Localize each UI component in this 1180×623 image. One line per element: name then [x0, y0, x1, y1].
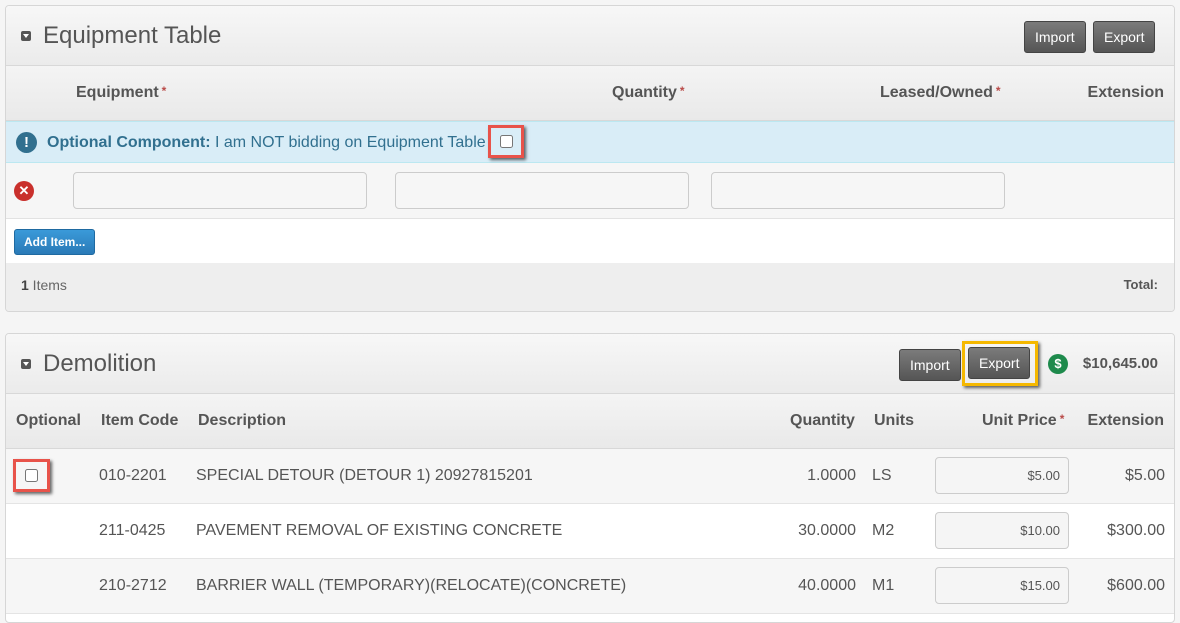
item-units: LS — [872, 467, 892, 484]
panel-header: Equipment Table Import Export — [6, 6, 1174, 66]
column-header-item-code: Item Code — [101, 412, 179, 429]
leased-owned-input[interactable] — [711, 172, 1005, 209]
equipment-table-panel: Equipment Table Import Export Equipment *… — [5, 5, 1175, 312]
panel-title[interactable]: Equipment Table — [21, 22, 221, 50]
column-header-units: Units — [874, 412, 914, 429]
item-quantity: 40.0000 — [798, 577, 856, 594]
table-row: ✕ — [6, 163, 1174, 219]
item-description: PAVEMENT REMOVAL OF EXISTING CONCRETE — [196, 522, 563, 539]
export-button[interactable]: Export — [1093, 21, 1156, 53]
item-quantity: 1.0000 — [807, 467, 856, 484]
unit-price-input[interactable]: $5.00 — [935, 457, 1069, 494]
add-item-button[interactable]: Add Item... — [14, 229, 96, 255]
item-description: BARRIER WALL (TEMPORARY)(RELOCATE)(CONCR… — [196, 577, 627, 594]
item-count: 1 Items — [21, 277, 67, 293]
import-button[interactable]: Import — [1024, 21, 1086, 53]
collapse-icon[interactable] — [21, 31, 31, 41]
unit-price-input[interactable]: $15.00 — [935, 567, 1069, 604]
not-bidding-checkbox[interactable] — [500, 135, 513, 148]
column-header-equipment: Equipment * — [76, 84, 167, 101]
exclamation-circle-icon: ! — [16, 132, 37, 153]
remove-row-icon[interactable]: ✕ — [14, 181, 34, 201]
import-button[interactable]: Import — [899, 349, 961, 381]
panel-header: Demolition Import Export $ $10,645.00 — [6, 334, 1174, 394]
table-header: Optional Item Code Description Quantity … — [6, 394, 1174, 449]
total-label: Total: — [1123, 277, 1158, 292]
item-code: 211-0425 — [99, 522, 166, 539]
item-quantity: 30.0000 — [798, 522, 856, 539]
unit-price-input[interactable]: $10.00 — [935, 512, 1069, 549]
section-total: $10,645.00 — [1082, 355, 1158, 372]
demolition-panel: Demolition Import Export $ $10,645.00 Op… — [5, 333, 1175, 623]
item-units: M2 — [872, 522, 895, 539]
column-header-extension: Extension — [1087, 84, 1164, 101]
equipment-input[interactable] — [73, 172, 367, 209]
table-row: 211-0425 PAVEMENT REMOVAL OF EXISTING CO… — [6, 504, 1174, 559]
add-item-row: Add Item... — [6, 219, 1174, 263]
column-header-quantity: Quantity — [790, 412, 855, 429]
item-units: M1 — [872, 577, 895, 594]
quantity-input[interactable] — [395, 172, 689, 209]
column-header-unit-price: Unit Price * — [982, 412, 1065, 429]
item-extension: $600.00 — [1107, 577, 1165, 594]
column-header-optional: Optional — [16, 412, 81, 429]
column-header-quantity: Quantity * — [612, 84, 685, 101]
column-header-leased-owned: Leased/Owned * — [880, 84, 1001, 101]
item-extension: $300.00 — [1107, 522, 1165, 539]
optional-checkbox[interactable] — [25, 469, 38, 482]
collapse-icon[interactable] — [21, 359, 31, 369]
table-footer: 1 Items Total: — [6, 263, 1174, 311]
dollar-icon: $ — [1048, 354, 1068, 374]
export-button[interactable]: Export — [968, 347, 1031, 379]
item-description: SPECIAL DETOUR (DETOUR 1) 20927815201 — [196, 467, 533, 484]
item-code: 210-2712 — [99, 577, 167, 594]
column-header-description: Description — [198, 412, 287, 429]
alert-text: Optional Component: I am NOT bidding on … — [47, 134, 486, 151]
panel-title[interactable]: Demolition — [21, 350, 156, 378]
item-code: 010-2201 — [99, 467, 167, 484]
item-extension: $5.00 — [1124, 467, 1165, 484]
optional-component-alert: ! Optional Component: I am NOT bidding o… — [6, 121, 1174, 163]
table-header: Equipment * Quantity * Leased/Owned * Exten… — [6, 66, 1174, 121]
panel-title-text: Demolition — [43, 350, 157, 377]
table-row: 010-2201 SPECIAL DETOUR (DETOUR 1) 20927… — [6, 449, 1174, 504]
panel-title-text: Equipment Table — [43, 22, 222, 49]
column-header-extension: Extension — [1087, 412, 1164, 429]
